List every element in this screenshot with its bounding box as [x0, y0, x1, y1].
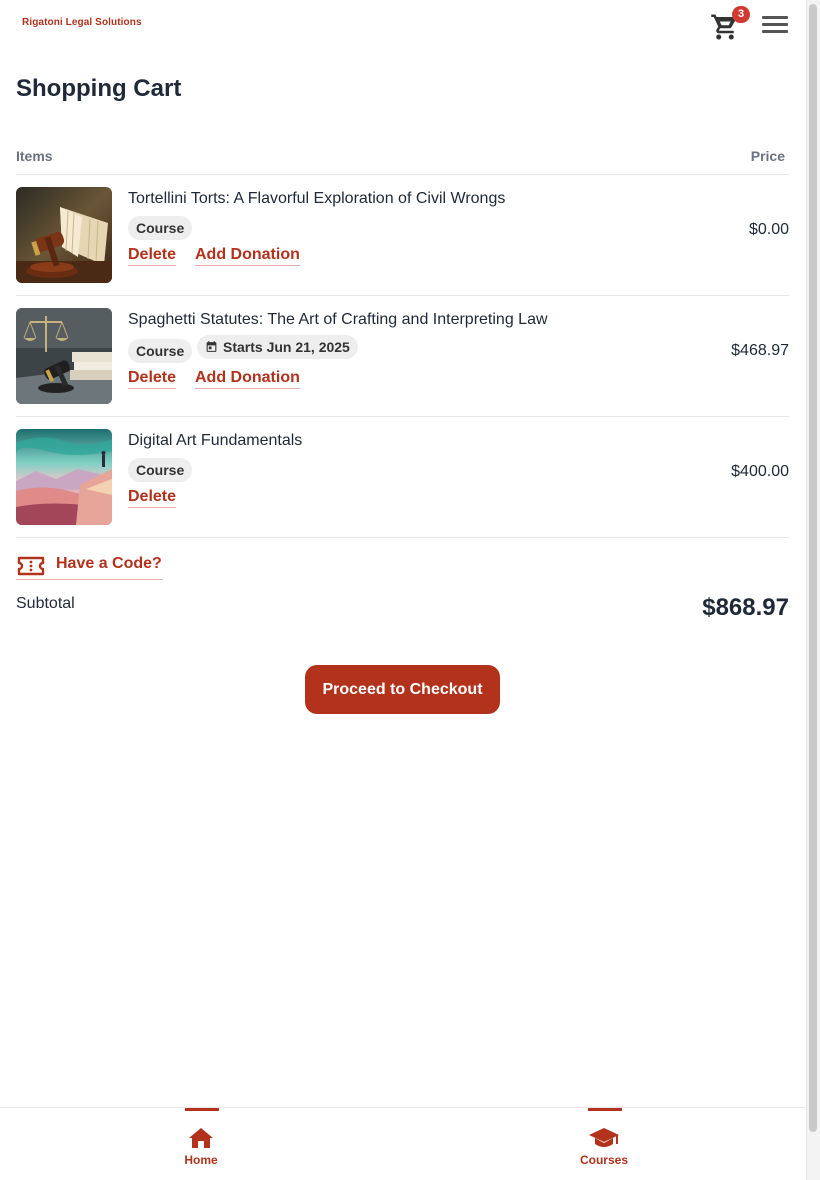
hamburger-menu-icon	[762, 16, 788, 19]
course-tag: Course	[128, 339, 193, 363]
hamburger-menu-icon	[762, 30, 788, 33]
bottom-nav: Home Courses	[0, 1107, 806, 1180]
top-bar: Rigatoni Legal Solutions 3	[0, 0, 806, 52]
course-tag: Course	[128, 458, 193, 482]
add-donation-button[interactable]: Add Donation	[195, 246, 300, 266]
subtotal-value: $868.97	[702, 594, 789, 621]
scrollbar-thumb[interactable]	[809, 4, 817, 1132]
start-date-tag: Starts Jun 21, 2025	[197, 335, 358, 359]
cart-item: Tortellini Torts: A Flavorful Exploratio…	[16, 187, 789, 283]
divider	[16, 537, 789, 538]
cart-item: Spaghetti Statutes: The Art of Crafting …	[16, 308, 789, 404]
nav-active-indicator	[185, 1108, 219, 1111]
cart-item: Digital Art Fundamentals Course Delete $…	[16, 429, 789, 525]
course-tag: Course	[128, 216, 193, 240]
add-donation-button[interactable]: Add Donation	[195, 369, 300, 389]
price-column-header: Price	[750, 148, 785, 164]
delete-button[interactable]: Delete	[128, 246, 177, 266]
items-column-header: Items	[16, 148, 53, 164]
nav-courses[interactable]: Courses	[564, 1108, 644, 1180]
divider	[16, 174, 789, 175]
scrollbar[interactable]	[806, 0, 820, 1180]
start-date-label: Starts Jun 21, 2025	[223, 339, 350, 355]
course-thumbnail[interactable]	[16, 308, 112, 404]
cart-count-badge: 3	[732, 6, 750, 23]
item-price: $0.00	[748, 221, 789, 238]
have-a-code-link[interactable]: Have a Code?	[16, 553, 163, 580]
hamburger-menu-icon	[762, 23, 788, 26]
menu-button[interactable]	[760, 10, 790, 38]
item-price: $468.97	[731, 342, 789, 359]
nav-home-label: Home	[184, 1153, 218, 1167]
calendar-icon	[206, 341, 217, 352]
brand-logo[interactable]: Rigatoni Legal Solutions	[22, 17, 142, 28]
nav-home[interactable]: Home	[161, 1108, 241, 1180]
ticket-icon	[17, 556, 45, 576]
nav-active-indicator	[588, 1108, 622, 1111]
page-title: Shopping Cart	[16, 75, 182, 102]
item-title[interactable]: Spaghetti Statutes: The Art of Crafting …	[128, 311, 548, 329]
app-root: Rigatoni Legal Solutions 3 Shopping Cart…	[0, 0, 806, 1180]
nav-courses-label: Courses	[579, 1153, 629, 1167]
subtotal-label: Subtotal	[16, 595, 75, 612]
delete-button[interactable]: Delete	[128, 369, 177, 389]
home-icon	[189, 1128, 213, 1148]
divider	[16, 416, 789, 417]
delete-button[interactable]: Delete	[128, 488, 177, 508]
course-thumbnail[interactable]	[16, 429, 112, 525]
course-thumbnail[interactable]	[16, 187, 112, 283]
divider	[16, 295, 789, 296]
item-price: $400.00	[731, 463, 789, 480]
cart-button[interactable]: 3	[708, 6, 750, 40]
have-a-code-label: Have a Code?	[56, 555, 162, 572]
item-title[interactable]: Tortellini Torts: A Flavorful Exploratio…	[128, 190, 505, 208]
proceed-to-checkout-button[interactable]: Proceed to Checkout	[305, 665, 500, 714]
item-title[interactable]: Digital Art Fundamentals	[128, 432, 302, 450]
graduation-cap-icon	[589, 1128, 619, 1147]
